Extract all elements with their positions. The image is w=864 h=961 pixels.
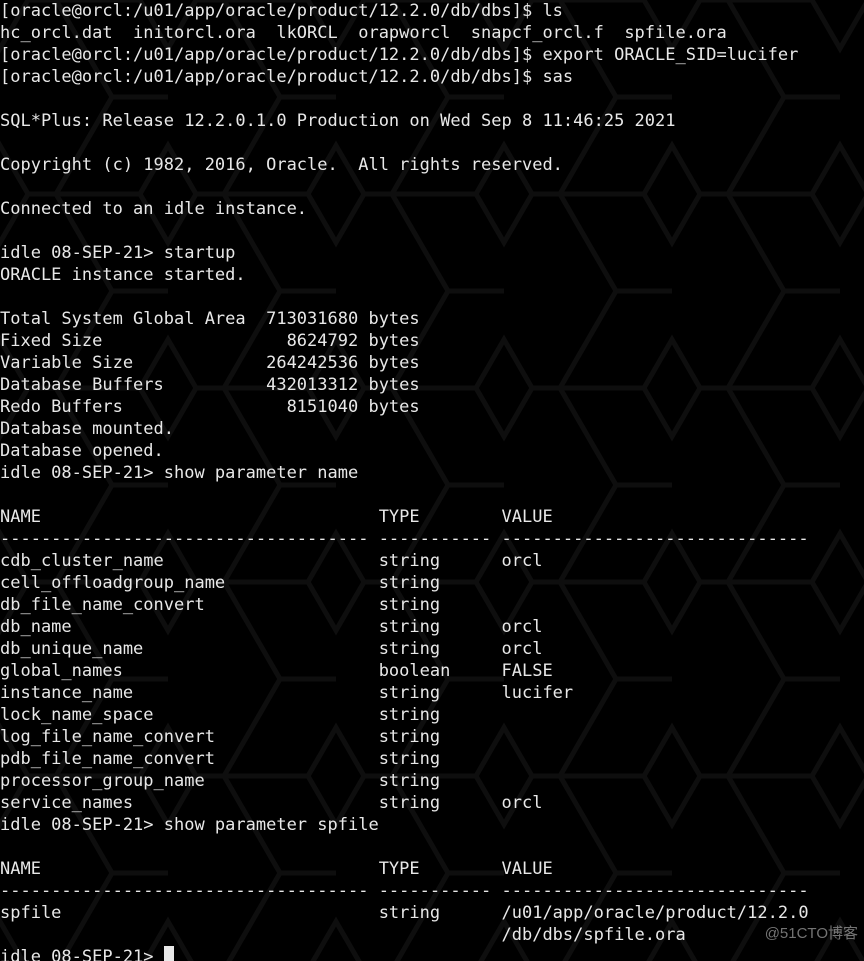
cursor — [164, 946, 174, 961]
terminal-output[interactable]: [oracle@orcl:/u01/app/oracle/product/12.… — [0, 0, 864, 961]
